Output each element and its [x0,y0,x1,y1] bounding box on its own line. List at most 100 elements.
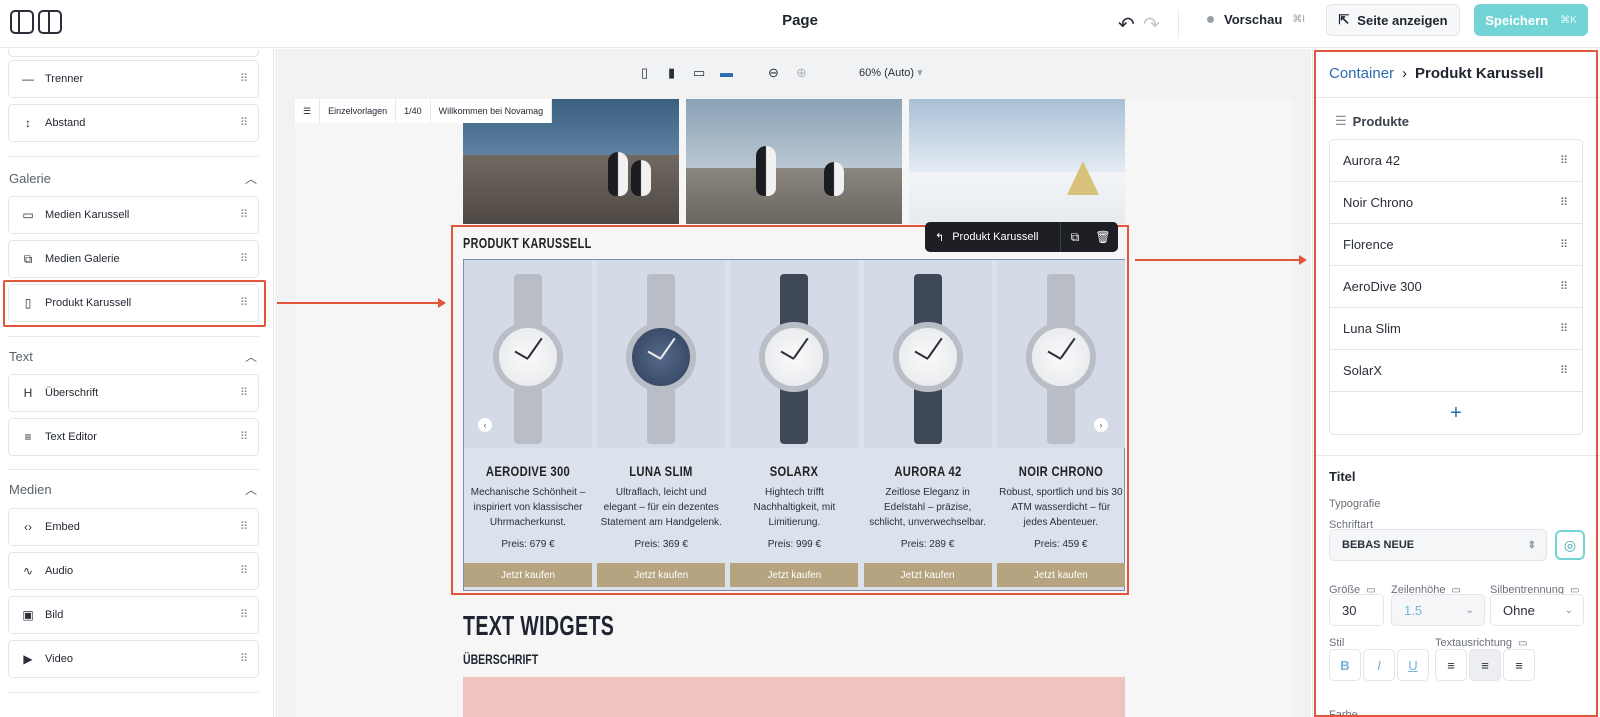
trash-icon[interactable]: 🗑 [1089,230,1117,244]
section-header-galerie[interactable]: Galerie ︿ [9,171,259,186]
drag-handle-icon[interactable]: ⠿ [240,520,248,533]
globe-icon[interactable]: ◎ [1555,530,1585,560]
sidebar-item-audio[interactable]: ∿ Audio ⠿ [8,552,259,590]
monitor-icon[interactable]: ▭ [1518,638,1527,649]
annotation-arrow [277,298,446,308]
sidebar-item-medien-galerie[interactable]: ⧉ Medien Galerie ⠿ [8,240,259,278]
preview-status-dot [1207,16,1214,23]
undo-icon[interactable]: ↶ [1118,12,1135,37]
product-card[interactable]: LUNA SLIM Ultraflach, leicht und elegant… [597,260,726,590]
list-item[interactable]: Luna Slim ⠿ [1330,308,1582,350]
italic-button[interactable]: I [1363,649,1395,681]
drag-handle-icon[interactable]: ⠿ [1560,322,1568,335]
drag-handle-icon[interactable]: ⠿ [1560,154,1568,167]
size-value: 30 [1342,602,1357,618]
page-title: Page [782,12,818,29]
lineheight-select[interactable]: 1.5 ⌄ [1391,594,1485,626]
size-input[interactable]: 30 [1329,594,1384,626]
section-header-text[interactable]: Text ︿ [9,349,259,364]
text-block-placeholder[interactable] [463,677,1125,717]
buy-button[interactable]: Jetzt kaufen [996,563,1125,587]
save-button[interactable]: Speichern ⌘K [1474,4,1588,36]
breadcrumb: Container › Produkt Karussell [1329,65,1543,82]
align-right-button[interactable]: ≡ [1503,649,1535,681]
show-site-label: Seite anzeigen [1357,12,1448,28]
drag-handle-icon[interactable]: ⠿ [240,252,248,265]
sidebar-item-video[interactable]: ▶ Video ⠿ [8,640,259,678]
drag-handle-icon[interactable]: ⠿ [240,116,248,129]
desktop-view-icon[interactable]: ▬ [720,65,733,80]
sidebar-item-label: Medien Galerie [45,253,120,265]
buy-button[interactable]: Jetzt kaufen [863,563,992,587]
sidebar-item-bild[interactable]: ▣ Bild ⠿ [8,596,259,634]
embed-icon: ‹› [24,520,32,534]
list-item[interactable]: AeroDive 300 ⠿ [1330,266,1582,308]
tab-einzelvorlagen[interactable]: Einzelvorlagen [320,99,397,123]
sidebar-item-partial[interactable] [8,49,259,57]
list-item[interactable]: Noir Chrono ⠿ [1330,182,1582,224]
top-bar: Page ↶ ↷ Vorschau ⌘I ⇱ Seite anzeigen Sp… [0,0,1600,48]
product-list: Aurora 42 ⠿ Noir Chrono ⠿ Florence ⠿ AeroDi… [1329,139,1583,435]
show-site-button[interactable]: ⇱ Seite anzeigen [1326,4,1460,36]
menu-icon[interactable]: ☰ [295,99,321,123]
panel-divider [1313,97,1600,98]
buy-button[interactable]: Jetzt kaufen [597,563,726,587]
buy-button[interactable]: Jetzt kaufen [464,563,592,587]
sidebar-item-trenner[interactable]: — Trenner ⠿ [8,60,259,98]
toggle-right-sidebar-icon[interactable] [38,10,62,34]
drag-handle-icon[interactable]: ⠿ [240,430,248,443]
breadcrumb-parent[interactable]: Container [1329,65,1394,82]
sidebar-item-text-editor[interactable]: ≡ Text Editor ⠿ [8,418,259,456]
list-item[interactable]: Aurora 42 ⠿ [1330,140,1582,182]
gallery-photo-penguins-beach[interactable] [686,99,902,224]
add-product-icon[interactable]: + [1330,392,1582,434]
drag-handle-icon[interactable]: ⠿ [240,652,248,665]
sidebar-item-embed[interactable]: ‹› Embed ⠿ [8,508,259,546]
sidebar-item-ueberschrift[interactable]: H Überschrift ⠿ [8,374,259,412]
laptop-view-icon[interactable]: ▭ [693,65,705,81]
underline-button[interactable]: U [1397,649,1429,681]
drag-handle-icon[interactable]: ⠿ [1560,196,1568,209]
bold-button[interactable]: B [1329,649,1361,681]
tab-page-count[interactable]: 1/40 [396,99,431,123]
font-select[interactable]: BEBAS NEUE ⇕ [1329,529,1547,561]
drag-handle-icon[interactable]: ⠿ [1560,238,1568,251]
drag-handle-icon[interactable]: ⠿ [1560,280,1568,293]
carousel-next-icon[interactable]: › [1094,418,1108,432]
drag-handle-icon[interactable]: ⠿ [240,208,248,221]
product-image [863,260,992,448]
redo-icon[interactable]: ↷ [1143,12,1160,37]
drag-handle-icon[interactable]: ⠿ [240,608,248,621]
list-item[interactable]: SolarX ⠿ [1330,350,1582,392]
drag-handle-icon[interactable]: ⠿ [240,72,248,85]
tablet-view-icon[interactable]: ▮ [668,65,675,81]
zoom-in-icon[interactable]: ⊕ [796,65,807,81]
product-card[interactable]: SOLARX Hightech trifft Nachhaltigkeit, m… [730,260,859,590]
drag-handle-icon[interactable]: ⠿ [1560,364,1568,377]
tab-willkommen[interactable]: Willkommen bei Novamag [431,99,553,123]
toggle-left-sidebar-icon[interactable] [10,10,34,34]
gallery-photo-snow-tent[interactable] [909,99,1125,224]
section-header-medien[interactable]: Medien ︿ [9,482,259,497]
text-widgets-title: TEXT WIDGETS [463,610,615,641]
carousel-prev-icon[interactable]: ‹ [478,418,492,432]
align-left-button[interactable]: ≡ [1435,649,1467,681]
product-card[interactable]: AURORA 42 Zeitlose Eleganz in Edelstahl … [863,260,992,590]
sidebar-item-medien-karussell[interactable]: ▭ Medien Karussell ⠿ [8,196,259,234]
zoom-out-icon[interactable]: ⊖ [768,65,779,81]
zoom-select[interactable]: 60% (Auto) ▾ [859,66,923,79]
select-parent-button[interactable]: ↰ Produkt Karussell [925,222,1061,252]
list-item[interactable]: Florence ⠿ [1330,224,1582,266]
buy-button[interactable]: Jetzt kaufen [730,563,859,587]
duplicate-icon[interactable]: ⧉ [1061,230,1089,245]
lineheight-value: 1.5 [1404,602,1423,618]
sidebar-item-abstand[interactable]: ↕ Abstand ⠿ [8,104,259,142]
drag-handle-icon[interactable]: ⠿ [240,386,248,399]
mobile-view-icon[interactable]: ▯ [641,65,648,81]
preview-button[interactable]: Vorschau ⌘I [1207,12,1305,27]
drag-handle-icon[interactable]: ⠿ [240,564,248,577]
title-section-heading: Titel [1329,469,1356,484]
preview-shortcut: ⌘I [1292,14,1306,25]
align-center-button[interactable]: ≡ [1469,649,1501,681]
hyphen-select[interactable]: Ohne ⌄ [1490,594,1584,626]
